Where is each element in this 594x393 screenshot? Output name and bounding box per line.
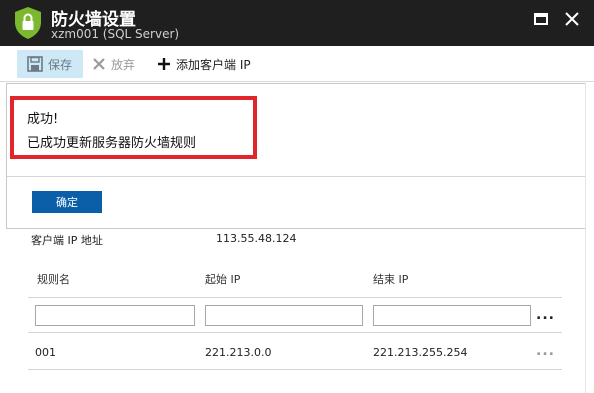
save-icon [27,56,43,72]
toolbar: 保存 放弃 添加客户端 IP [0,46,594,82]
row-more-options-button[interactable]: ... [536,343,555,359]
notice-title: 成功! [27,112,59,127]
table-divider [28,332,562,333]
notice-message: 已成功更新服务器防火墙规则 [27,136,197,151]
add-client-ip-label: 添加客户端 IP [176,57,251,72]
client-ip-value: 113.55.48.124 [216,232,297,245]
rule-start-ip-cell: 221.213.0.0 [205,346,272,359]
new-rule-start-ip-input[interactable] [205,305,363,326]
panel-edge [585,83,586,393]
discard-x-icon [93,58,105,70]
rule-name-cell: 001 [35,346,56,359]
discard-button[interactable]: 放弃 [92,50,135,78]
shield-lock-icon [15,7,41,39]
column-header-start-ip: 起始 IP [205,273,241,286]
plus-icon [158,58,170,70]
close-icon[interactable] [561,8,583,30]
maximize-icon[interactable] [530,8,552,30]
window-subtitle: xzm001 (SQL Server) [51,27,180,41]
client-ip-label: 客户端 IP 地址 [31,234,103,247]
new-rule-end-ip-input[interactable] [373,305,531,326]
dialog-divider [7,176,585,177]
rule-end-ip-cell: 221.213.255.254 [373,346,468,359]
table-divider [28,369,562,370]
success-dialog: 成功! 已成功更新服务器防火墙规则 确定 [6,83,586,229]
title-bar: 防火墙设置 xzm001 (SQL Server) [0,0,594,46]
column-header-end-ip: 结束 IP [373,273,409,286]
column-header-rule-name: 规则名 [37,273,70,286]
add-client-ip-button[interactable]: 添加客户端 IP [157,50,251,78]
ok-button[interactable]: 确定 [32,191,102,213]
discard-label: 放弃 [111,57,136,72]
save-button[interactable]: 保存 [17,50,83,78]
new-rule-name-input[interactable] [35,305,195,326]
table-divider [28,297,562,298]
save-label: 保存 [48,57,73,72]
more-options-button[interactable]: ... [536,307,555,323]
